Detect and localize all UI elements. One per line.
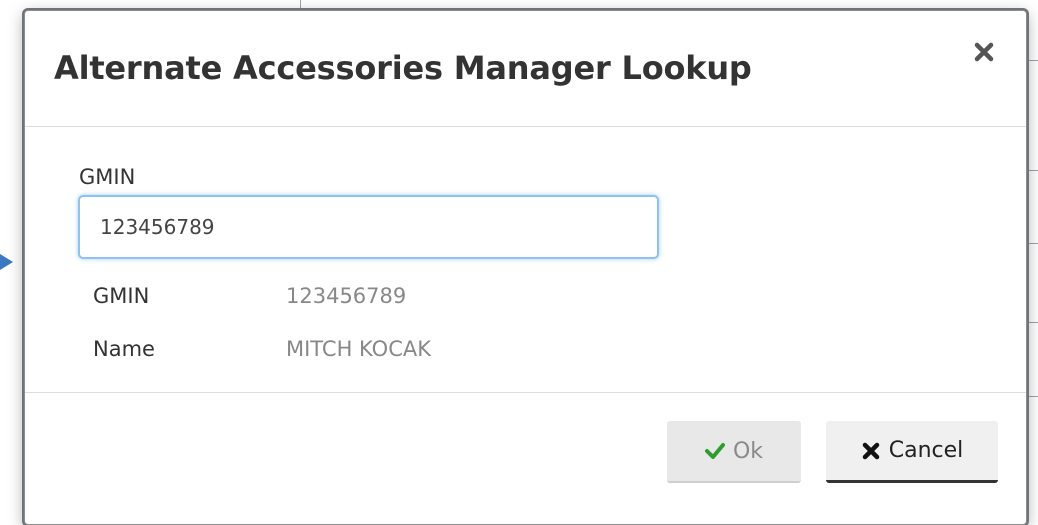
- detail-value: 123456789: [286, 284, 407, 308]
- cancel-button-label: Cancel: [888, 438, 964, 463]
- detail-label: GMIN: [93, 284, 150, 308]
- dialog-body: GMIN GMIN 123456789 Name MITCH KOCAK: [25, 127, 1026, 393]
- background-divider: [1028, 60, 1038, 61]
- gmin-field-label: GMIN: [79, 165, 136, 189]
- background-divider: [1028, 243, 1038, 244]
- check-icon: [704, 441, 725, 461]
- gmin-input[interactable]: [78, 195, 659, 259]
- lookup-dialog: Alternate Accessories Manager Lookup GMI…: [24, 10, 1027, 525]
- background-divider: [1028, 170, 1038, 171]
- close-icon[interactable]: [974, 41, 994, 63]
- detail-value: MITCH KOCAK: [286, 337, 431, 361]
- background-divider: [1028, 396, 1038, 397]
- background-arrow-icon: [0, 254, 13, 270]
- dialog-title: Alternate Accessories Manager Lookup: [54, 49, 752, 87]
- times-icon: [861, 441, 881, 461]
- background-divider: [300, 0, 301, 8]
- dialog-header: Alternate Accessories Manager Lookup: [25, 11, 1026, 127]
- ok-button-label: Ok: [732, 438, 764, 464]
- cancel-button[interactable]: Cancel: [826, 421, 998, 483]
- detail-label: Name: [93, 337, 155, 361]
- background-divider: [1028, 322, 1038, 323]
- ok-button[interactable]: Ok: [667, 421, 801, 483]
